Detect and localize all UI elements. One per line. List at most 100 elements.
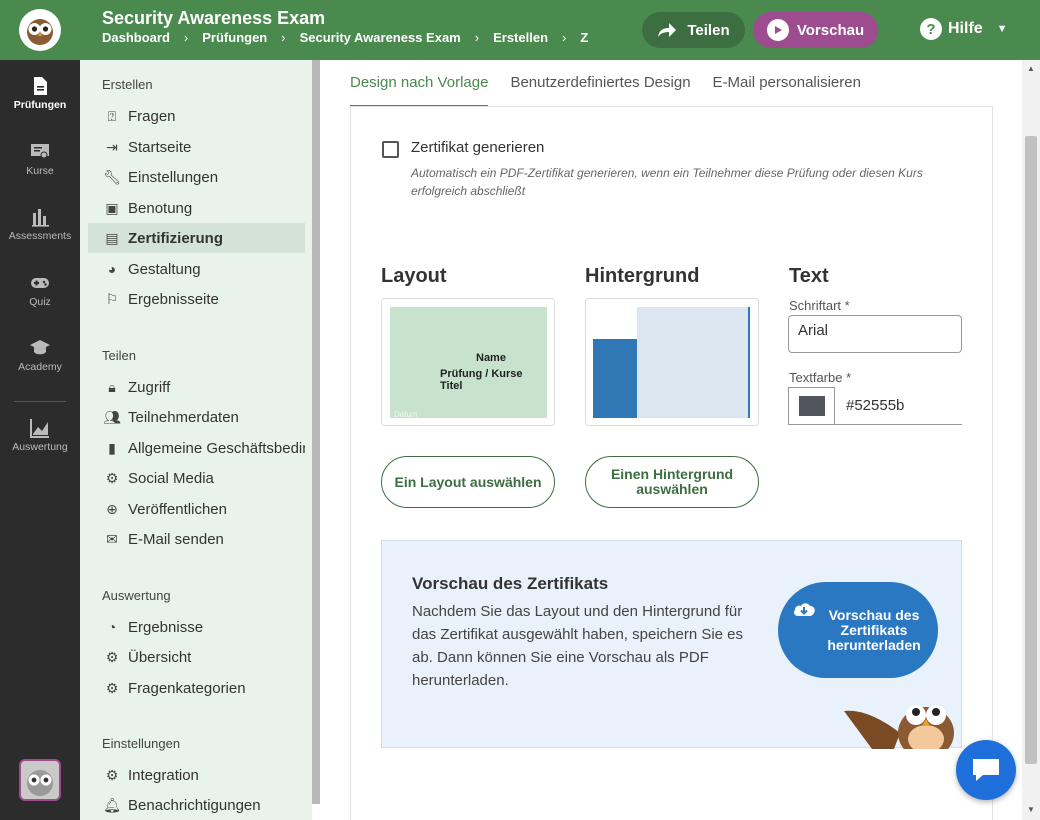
document-icon (34, 77, 47, 95)
background-thumbnail[interactable] (585, 298, 759, 426)
tab-benutzerdefiniertes-design[interactable]: Benutzerdefiniertes Design (510, 60, 690, 107)
scroll-up-icon[interactable]: ▲ (1027, 64, 1035, 73)
select-background-button[interactable]: Einen Hintergrund auswählen (585, 456, 759, 508)
sidebar-heading-erstellen: Erstellen (102, 77, 153, 92)
select-layout-button[interactable]: Ein Layout auswählen (381, 456, 555, 508)
sidebar-item-agb[interactable]: ▮ Allgemeine Geschäftsbedingungen (88, 433, 305, 463)
layout-preview: Name Prüfung / Kurse Titel Datum (390, 307, 547, 419)
sidebar-item-zugriff[interactable]: 🔒︎ Zugriff (88, 372, 305, 402)
layout-preview-name: Name (476, 352, 506, 364)
font-select[interactable]: Arial (788, 315, 962, 353)
tab-bar: Design nach Vorlage Benutzerdefiniertes … (350, 60, 861, 107)
chevron-down-icon: ▼ (996, 23, 1008, 35)
help-label: Hilfe (948, 20, 983, 37)
background-preview-panel (637, 307, 750, 418)
text-color-field[interactable]: #52555b (788, 387, 962, 425)
rail-item-auswertung[interactable]: Auswertung (0, 418, 80, 453)
gamepad-icon (31, 278, 49, 288)
sidebar-item-label: Übersicht (128, 648, 192, 666)
preview-button[interactable]: Vorschau (753, 12, 878, 48)
breadcrumb-item[interactable]: Dashboard (102, 30, 170, 45)
sidebar-scrollbar[interactable] (312, 60, 320, 804)
certificate-preview-panel: Vorschau des Zertifikats Nachdem Sie das… (381, 540, 962, 749)
rail-item-label: Kurse (26, 165, 54, 177)
rail-item-quiz[interactable]: Quiz (0, 273, 80, 308)
sidebar-item-benachrichtigungen[interactable]: 🔔︎ Benachrichtigungen (88, 790, 305, 820)
sidebar-item-uebersicht[interactable]: ⚙ Übersicht (88, 642, 305, 672)
sidebar-item-zertifizierung[interactable]: ▤ Zertifizierung (88, 223, 305, 253)
people-icon: 👥︎ (103, 408, 121, 425)
bell-icon: 🔔︎ (103, 796, 121, 813)
breadcrumb-item[interactable]: Ze (580, 30, 588, 45)
layout-thumbnail[interactable]: Name Prüfung / Kurse Titel Datum (381, 298, 555, 426)
wrench-icon: 🔧︎ (103, 168, 121, 185)
sidebar-item-benotung[interactable]: ▣ Benotung (88, 193, 305, 223)
share-button[interactable]: Teilen (642, 12, 745, 48)
tab-design-nach-vorlage[interactable]: Design nach Vorlage (350, 60, 489, 107)
rail-item-pruefungen[interactable]: Prüfungen (0, 76, 80, 111)
sidebar-item-label: Benachrichtigungen (128, 796, 261, 814)
color-swatch-button[interactable] (788, 387, 835, 425)
cloud-download-icon (794, 603, 815, 616)
layout-preview-subtitle: Prüfung / Kurse Titel (440, 368, 523, 392)
sidebar-item-fragen[interactable]: ⍰ Fragen (88, 101, 305, 131)
sidebar-item-integration[interactable]: ⚙ Integration (88, 760, 305, 790)
text-color-label: Textfarbe * (789, 370, 852, 385)
scrollbar-thumb[interactable] (1025, 136, 1037, 764)
breadcrumb-item[interactable]: Erstellen (493, 30, 548, 45)
sidebar-item-label: E-Mail senden (128, 530, 224, 548)
breadcrumb-item[interactable]: Prüfungen (202, 30, 267, 45)
sidebar-item-label: Zertifizierung (128, 229, 224, 247)
question-icon: ⍰ (107, 107, 117, 124)
rail-item-label: Prüfungen (13, 99, 67, 111)
sidebar-heading-einstellungen: Einstellungen (102, 736, 181, 751)
generate-certificate-help: Automatisch ein PDF-Zertifikat generiere… (411, 166, 923, 198)
sidebar-item-email-senden[interactable]: ✉ E-Mail senden (88, 524, 305, 554)
sidebar-item-ergebnisse[interactable]: ◔ Ergebnisse (88, 612, 305, 642)
rail-item-assessments[interactable]: Assessments (0, 207, 80, 242)
download-preview-button[interactable]: Vorschau des Zertifikats herunterladen (778, 582, 938, 678)
sidebar-item-label: Fragenkategorien (128, 679, 246, 697)
certificate-icon (31, 144, 49, 159)
sidebar-item-fragenkategorien[interactable]: ⚙ Fragenkategorien (88, 673, 305, 703)
sidebar-item-teilnehmerdaten[interactable]: 👥︎ Teilnehmerdaten (88, 402, 305, 432)
gear-icon: ⚙ (105, 766, 119, 783)
rail-item-kurse[interactable]: Kurse (0, 142, 80, 177)
gear-icon: ⚙ (105, 679, 119, 696)
line-chart-icon (30, 419, 49, 438)
sidebar-item-label: Startseite (128, 138, 192, 156)
enter-icon: ⇥ (106, 138, 118, 155)
sidebar-item-social-media[interactable]: ⚙ Social Media (88, 463, 305, 493)
sidebar-item-startseite[interactable]: ⇥ Startseite (88, 132, 305, 162)
sidebar-item-veroeffentlichen[interactable]: ⊕ Veröffentlichen (88, 494, 305, 524)
download-preview-label: Vorschau des Zertifikats herunterladen (827, 606, 921, 653)
tab-email-personalisieren[interactable]: E-Mail personalisieren (713, 60, 861, 107)
chat-button[interactable] (956, 740, 1016, 800)
sidebar-item-label: Allgemeine Geschäftsbedingungen (128, 439, 305, 457)
rail-item-academy[interactable]: Academy (0, 338, 80, 373)
app-logo[interactable] (0, 0, 80, 60)
scroll-down-icon[interactable]: ▼ (1027, 805, 1035, 814)
sidebar-item-gestaltung[interactable]: ◕ Gestaltung (88, 254, 305, 284)
generate-certificate-checkbox[interactable] (382, 141, 399, 158)
sidebar-item-label: Ergebnisseite (128, 290, 219, 308)
sidebar-item-label: Teilnehmerdaten (128, 408, 239, 426)
breadcrumb-item[interactable]: Security Awareness Exam (300, 30, 461, 45)
help-menu[interactable]: ? Hilfe ▼ (920, 18, 1008, 40)
breadcrumb: Dashboard › Prüfungen › Security Awareness… (102, 30, 588, 45)
rail-item-label: Assessments (8, 230, 72, 242)
sidebar-item-label: Veröffentlichen (128, 500, 227, 518)
font-label: Schriftart * (789, 298, 850, 313)
page-scrollbar[interactable]: ▲ ▼ (1022, 60, 1040, 820)
text-title: Text (789, 265, 829, 287)
sidebar-item-einstellungen[interactable]: 🔧︎ Einstellungen (88, 162, 305, 192)
rail-item-label: Academy (18, 361, 62, 373)
mail-icon: ✉ (106, 530, 118, 547)
globe-icon: ⊕ (106, 500, 118, 517)
chevron-right-icon: › (474, 30, 480, 45)
sidebar-item-ergebnisseite[interactable]: ⚐ Ergebnisseite (88, 284, 305, 314)
generate-certificate-label[interactable]: Zertifikat generieren (411, 139, 544, 156)
text-color-value[interactable]: #52555b (846, 397, 904, 414)
avatar[interactable] (19, 759, 61, 801)
share-arrow-icon (658, 23, 677, 37)
